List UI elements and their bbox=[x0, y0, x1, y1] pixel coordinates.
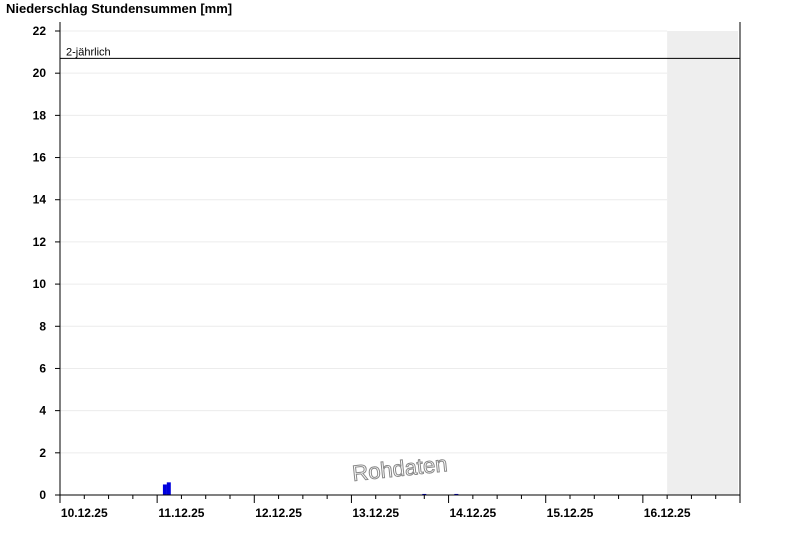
precip-bar bbox=[162, 484, 167, 495]
x-tick-label: 10.12.25 bbox=[61, 506, 108, 520]
y-tick-label: 4 bbox=[39, 404, 46, 418]
precip-bar bbox=[166, 482, 171, 495]
y-axis-ticks: 0 2 4 6 8 10 12 14 16 18 20 22 bbox=[33, 24, 60, 502]
y-tick-label: 18 bbox=[33, 108, 47, 122]
y-tick-label: 22 bbox=[33, 24, 47, 38]
y-tick-label: 12 bbox=[33, 235, 47, 249]
y-tick-label: 8 bbox=[39, 319, 46, 333]
y-tick-label: 0 bbox=[39, 488, 46, 502]
precipitation-bars bbox=[162, 482, 459, 495]
threshold-label: 2-jährlich bbox=[66, 46, 111, 58]
chart-title: Niederschlag Stundensummen [mm] bbox=[6, 1, 232, 16]
x-tick-label: 12.12.25 bbox=[255, 506, 302, 520]
x-tick-label: 11.12.25 bbox=[158, 506, 204, 520]
watermark-rohdaten: Rohdaten bbox=[351, 451, 449, 486]
x-tick-label: 15.12.25 bbox=[547, 506, 594, 520]
x-tick-label: 16.12.25 bbox=[644, 506, 691, 520]
precipitation-chart: Niederschlag Stundensummen [mm] 0 2 4 6 8 10 1… bbox=[6, 1, 741, 520]
y-tick-label: 6 bbox=[39, 361, 46, 375]
y-tick-label: 16 bbox=[33, 151, 47, 165]
y-tick-label: 20 bbox=[33, 66, 47, 80]
x-axis-ticks: 10.12.25 11.12.25 12.12.25 13.12.25 14.12.25… bbox=[59, 495, 741, 520]
y-tick-label: 2 bbox=[39, 446, 46, 460]
x-tick-label: 13.12.25 bbox=[352, 506, 399, 520]
forecast-shading bbox=[667, 31, 738, 495]
y-tick-label: 14 bbox=[33, 193, 47, 207]
y-tick-label: 10 bbox=[33, 277, 47, 291]
x-tick-label: 14.12.25 bbox=[449, 506, 496, 520]
gridlines bbox=[60, 30, 668, 454]
